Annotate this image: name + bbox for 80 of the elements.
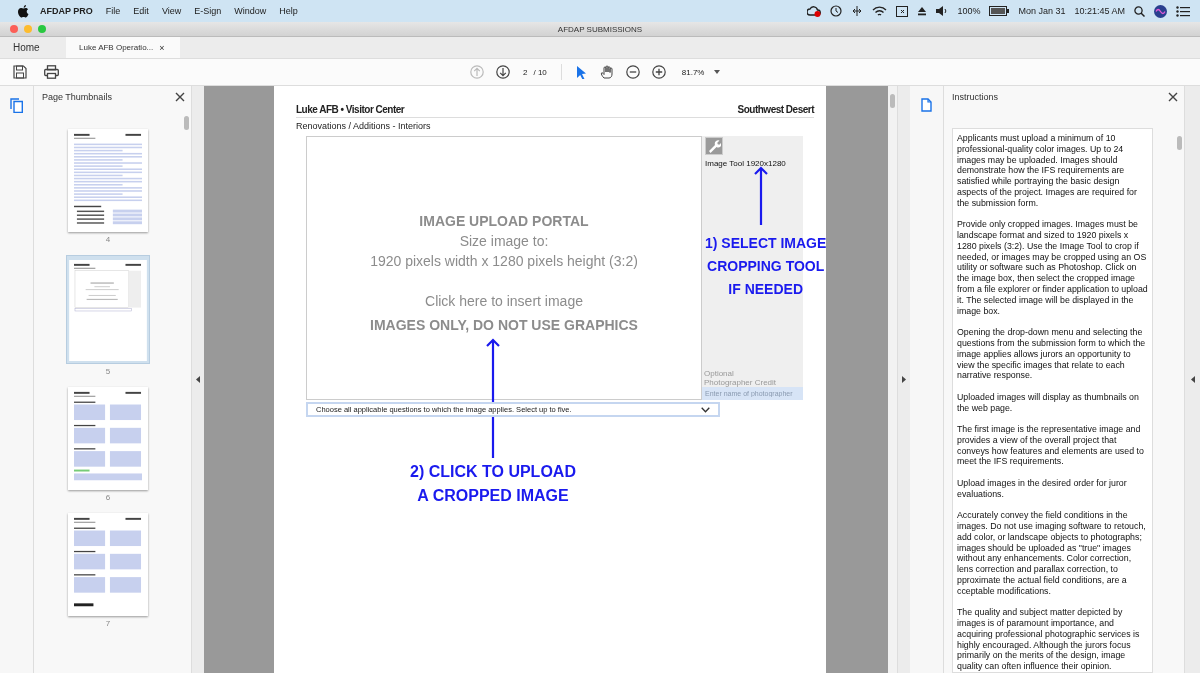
- list-icon[interactable]: [1176, 5, 1190, 17]
- page-thumbnail[interactable]: [66, 255, 150, 364]
- menu-item[interactable]: Help: [279, 6, 298, 16]
- close-icon[interactable]: [175, 92, 185, 102]
- page-number-label: 6: [105, 493, 111, 502]
- hand-icon[interactable]: [599, 65, 614, 79]
- scrollbar-thumb[interactable]: [184, 116, 189, 130]
- region-label: Southwest Desert: [737, 104, 814, 115]
- wrench-icon: [707, 139, 721, 153]
- siri-icon[interactable]: [1154, 4, 1167, 18]
- menu-item[interactable]: Edit: [133, 6, 149, 16]
- page-thumbnail[interactable]: [68, 387, 148, 490]
- next-page-icon[interactable]: [496, 65, 510, 79]
- menu-date[interactable]: Mon Jan 31: [1018, 6, 1066, 16]
- image-tool-button[interactable]: [705, 137, 723, 155]
- apple-icon[interactable]: [18, 4, 29, 18]
- instruction-paragraph: The quality and subject matter depicted by images is of paramount importance, and acquiring professional photographic services is highly encouraged. Although the jurors focus primarily on the merits of the design, image quality can often influence their opinion.: [957, 607, 1141, 673]
- battery-icon[interactable]: [989, 6, 1010, 16]
- scrollbar-thumb[interactable]: [890, 94, 895, 108]
- instruction-paragraph: Opening the drop-down menu and selecting the questions from the submission form to which the image applies allows jurors an opportunity to view the specific images that relate to each narrative response.: [957, 327, 1147, 382]
- cloud-icon[interactable]: [807, 5, 822, 17]
- print-icon[interactable]: [44, 65, 59, 79]
- annotation-arrow: [754, 166, 768, 226]
- clock-icon[interactable]: [830, 5, 843, 17]
- collapse-arrow-icon[interactable]: [1190, 376, 1195, 383]
- display-icon[interactable]: [896, 5, 909, 17]
- document-icon[interactable]: [921, 98, 932, 112]
- upload-heading: IMAGE UPLOAD PORTAL: [419, 213, 589, 229]
- close-tab-icon[interactable]: ×: [159, 42, 165, 53]
- document-subtitle: Renovations / Additions - Interiors: [296, 121, 432, 131]
- collapse-arrow-icon[interactable]: [196, 376, 200, 383]
- page-number-label: 4: [105, 235, 111, 244]
- caret-icon[interactable]: [714, 70, 721, 74]
- instruction-paragraph: The first image is the representative image and provides a view of the overall project that conveys how features and elements are used to meet the IFS requirements.: [957, 424, 1145, 468]
- save-icon[interactable]: [13, 65, 27, 79]
- page-count: / 10: [533, 67, 547, 77]
- menu-item[interactable]: File: [105, 6, 121, 16]
- menu-item[interactable]: Window: [234, 6, 267, 16]
- panel-title: Page Thumbnails: [42, 92, 112, 102]
- instruction-paragraph: Accurately convey the field conditions in the images. Do not use imaging software to retouch, add color, or landscape objects to photographs; images should be uploaded as "true" images without any enhancements. Color correction, lens correction and parallax correction, to pproximate the actual field conditions, are a cceptable modifications.: [957, 510, 1147, 597]
- pages-icon[interactable]: [10, 98, 23, 113]
- menu-time[interactable]: 10:21:45 AM: [1074, 6, 1125, 16]
- document-title: Luke AFB • Visitor Center: [296, 104, 405, 115]
- upload-warning: IMAGES ONLY, DO NOT USE GRAPHICS: [370, 317, 638, 333]
- insert-prompt: Click here to insert image: [425, 293, 583, 309]
- page-number-label: 7: [105, 619, 111, 628]
- eject-icon[interactable]: [917, 6, 928, 16]
- instruction-paragraph: Upload images in the desired order for juror evaluations.: [957, 477, 1128, 500]
- image-tool-label: Image Tool 1920x1280: [705, 159, 787, 168]
- wifi-icon[interactable]: [872, 5, 888, 17]
- instruction-paragraph: Applicants must upload a minimum of 10 professional-quality color images. Up to 24 images may be uploaded. Images should demonstrate how the IFS requirements are satisfied while portraying the basic design aspects of the project. Images are required for the submission form.: [957, 133, 1138, 209]
- credit-label: Optional Photographer Credit: [703, 369, 778, 387]
- page-thumbnail[interactable]: [68, 513, 148, 616]
- zoom-in-icon[interactable]: [651, 65, 666, 79]
- size-label: Size image to:: [459, 233, 549, 249]
- speaker-icon[interactable]: [936, 6, 949, 16]
- menu-item[interactable]: View: [161, 6, 182, 16]
- panel-title: Instructions: [952, 92, 999, 102]
- battery-percent: 100%: [957, 6, 981, 16]
- menu-item[interactable]: E-Sign: [194, 6, 222, 16]
- instruction-paragraph: Uploaded images will display as thumbnails on the web page.: [957, 391, 1140, 414]
- page-thumbnail[interactable]: [68, 129, 148, 232]
- close-icon[interactable]: [1168, 92, 1178, 102]
- zoom-out-icon[interactable]: [625, 65, 640, 79]
- annotation-text: 2) CLICK TO UPLOAD A CROPPED IMAGE: [410, 462, 576, 506]
- page-number-label: 5: [105, 367, 111, 376]
- expand-arrow-icon[interactable]: [902, 376, 906, 383]
- image-upload-box[interactable]: IMAGE UPLOAD PORTAL Size image to: 1920 pixels width x 1280 pixels height (3:2) Click here to insert image IMAGES ONLY, DO NOT USE GRAPHICS: [306, 136, 702, 400]
- document-tab[interactable]: Luke AFB Operatio... ×: [66, 37, 180, 58]
- annotation-text: 1) SELECT IMAGE CROPPING TOOL IF NEEDED: [705, 234, 827, 299]
- app-name[interactable]: AFDAP PRO: [40, 6, 93, 16]
- zoom-level[interactable]: 81.7%: [681, 67, 705, 77]
- size-requirement: 1920 pixels width x 1280 pixels height (3:2): [370, 253, 638, 269]
- search-icon[interactable]: [1134, 5, 1145, 17]
- arrows-icon[interactable]: [851, 5, 864, 17]
- instruction-paragraph: Provide only cropped images. Images must be landscape format and sized to 1920 pixels x 1280 pixels (3:2). Use the Image Tool to crop if needed, or images may be cropped using an OS utility or software such as Photoshop. Click on the image box, then select the cropped image from a file explorer or finder application to upload it. The selected image will be displayed in the image box.: [957, 219, 1149, 317]
- chevron-down-icon: [701, 406, 710, 413]
- scrollbar-thumb[interactable]: [1177, 136, 1182, 150]
- page-number[interactable]: 2: [523, 67, 528, 77]
- window-title: AFDAP SUBMISSIONS: [557, 24, 643, 34]
